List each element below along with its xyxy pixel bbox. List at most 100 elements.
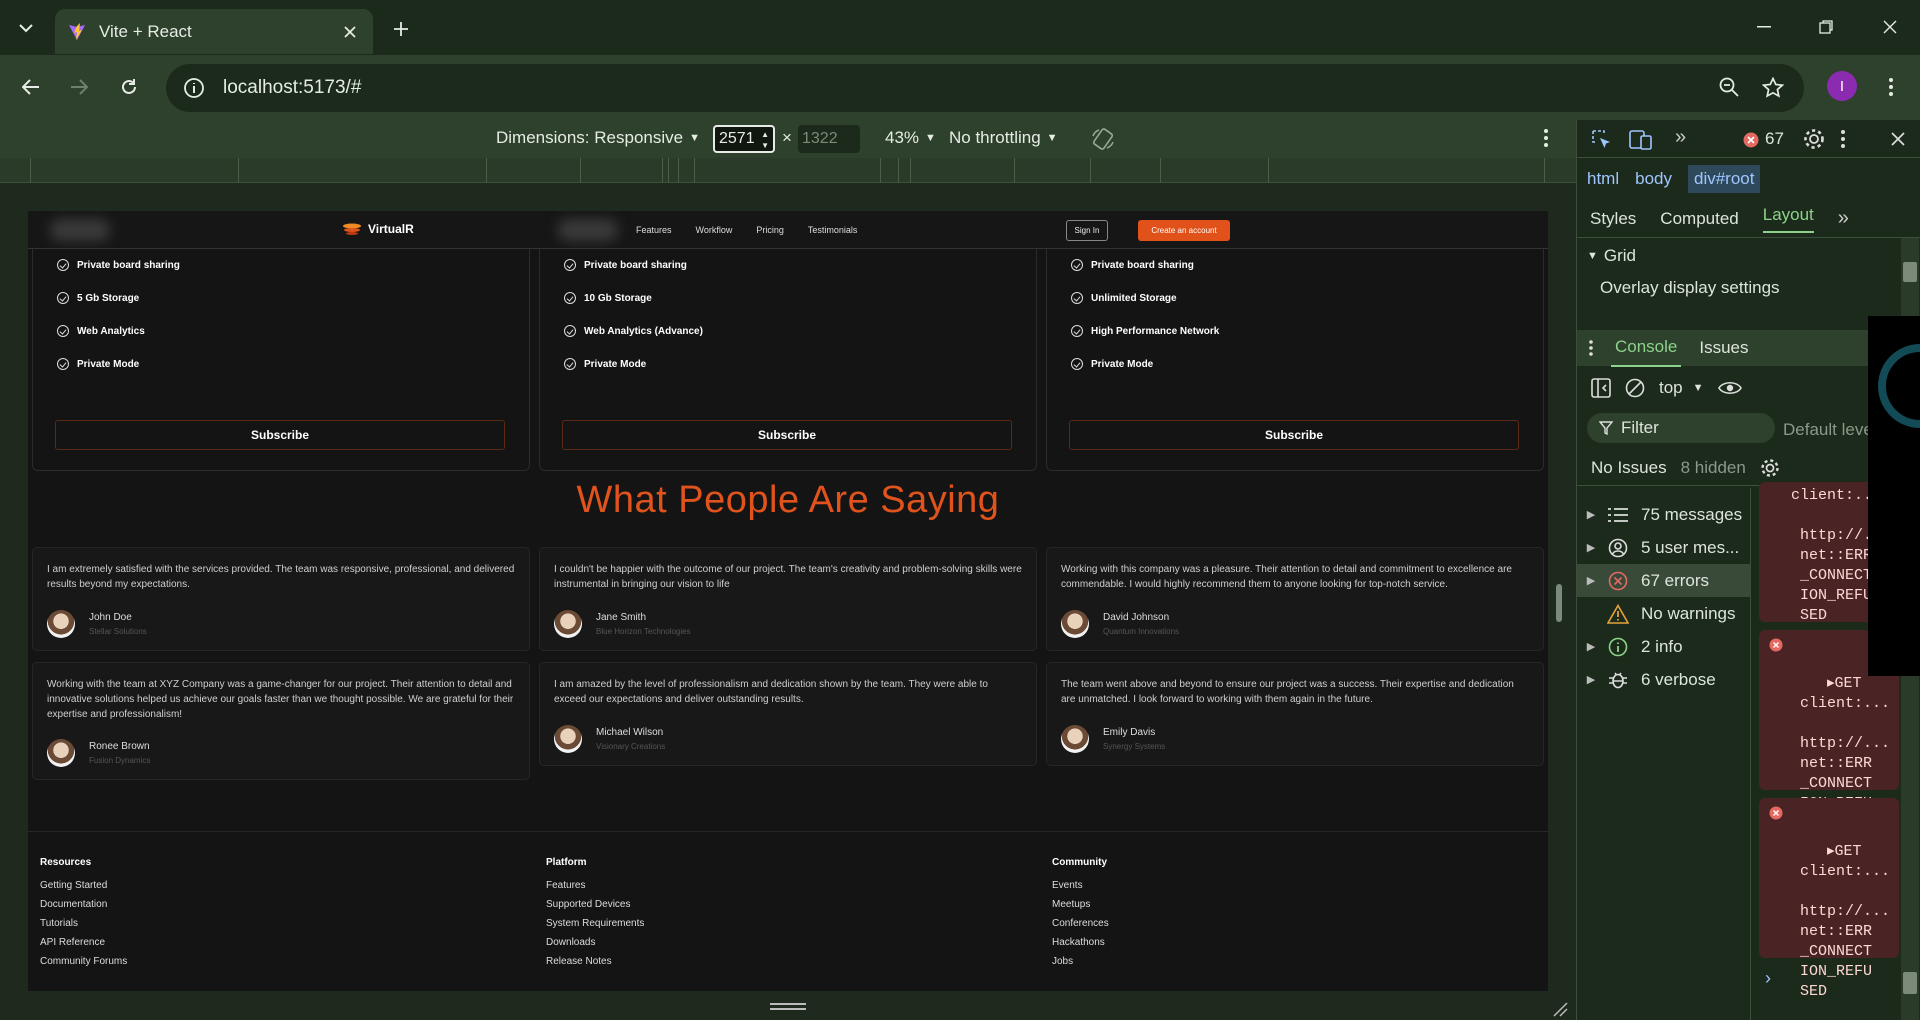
testimonial-name: Ronee Brown: [89, 741, 150, 752]
console-filter-input[interactable]: Filter: [1587, 413, 1775, 443]
avatar: [47, 610, 75, 638]
hidden-count: 8 hidden: [1680, 457, 1746, 477]
floating-overlay-panel: [1868, 316, 1920, 676]
rotate-button[interactable]: [1091, 127, 1115, 151]
zoom-button[interactable]: [1712, 70, 1746, 104]
subscribe-button[interactable]: Subscribe: [562, 420, 1012, 450]
footer-link[interactable]: Features: [546, 880, 644, 899]
address-bar[interactable]: localhost:5173/#: [166, 64, 1804, 112]
avatar: [554, 610, 582, 638]
close-tab-icon[interactable]: [339, 21, 361, 43]
tab-layout[interactable]: Layout: [1762, 205, 1814, 233]
profile-avatar[interactable]: I: [1827, 71, 1857, 101]
feature-item: Private board sharing: [57, 259, 180, 271]
nav-link-testimonials[interactable]: Testimonials: [808, 225, 858, 235]
more-tabs-icon[interactable]: »: [1838, 207, 1849, 230]
context-selector[interactable]: top ▼: [1659, 378, 1704, 398]
sign-in-button[interactable]: Sign In: [1066, 220, 1108, 241]
collapse-triangle-icon: ▼: [1587, 250, 1598, 262]
create-account-button[interactable]: Create an account: [1138, 220, 1230, 241]
nav-link-pricing[interactable]: Pricing: [756, 225, 784, 235]
console-error-message[interactable]: ▸GET client:... http://... net::ERR _CON…: [1759, 798, 1899, 1000]
bookmark-button[interactable]: [1756, 70, 1790, 104]
back-button[interactable]: [14, 70, 48, 104]
browser-tab[interactable]: Vite + React: [55, 9, 373, 54]
footer-link[interactable]: Release Notes: [546, 956, 644, 975]
sidebar-item-warnings[interactable]: No warnings: [1577, 597, 1751, 630]
new-tab-button[interactable]: [386, 14, 416, 44]
nav-link-features[interactable]: Features: [636, 225, 672, 235]
subscribe-button[interactable]: Subscribe: [55, 420, 505, 450]
viewport-resize-handle[interactable]: [1556, 584, 1562, 622]
footer-link[interactable]: System Requirements: [546, 918, 644, 937]
subscribe-button[interactable]: Subscribe: [1069, 420, 1519, 450]
settings-gear-icon[interactable]: [1760, 458, 1780, 478]
sidebar-item-user-messages[interactable]: ▶ 5 user mes...: [1577, 531, 1751, 564]
testimonial-name: Jane Smith: [596, 612, 647, 623]
blurred-element: [50, 219, 110, 241]
more-panels-icon[interactable]: »: [1675, 126, 1686, 149]
height-input[interactable]: 1322: [798, 125, 860, 153]
sidebar-label: 75 messages: [1641, 504, 1743, 524]
kebab-menu-icon[interactable]: [1589, 340, 1593, 356]
spinner-icon[interactable]: ▲ ▼: [761, 129, 769, 151]
settings-gear-icon[interactable]: [1803, 128, 1825, 150]
resize-bottom-handle[interactable]: [28, 991, 1568, 1020]
width-input[interactable]: 2571 ▲ ▼: [713, 125, 775, 153]
inspect-element-icon[interactable]: [1591, 129, 1613, 151]
footer-link[interactable]: Jobs: [1052, 956, 1109, 975]
footer-link[interactable]: API Reference: [40, 937, 127, 956]
close-window-button[interactable]: [1870, 10, 1910, 44]
tab-search-button[interactable]: [8, 10, 44, 46]
url-text[interactable]: localhost:5173/#: [223, 77, 361, 99]
tab-computed[interactable]: Computed: [1660, 209, 1738, 229]
tab-issues[interactable]: Issues: [1699, 338, 1748, 358]
nav-link-workflow[interactable]: Workflow: [696, 225, 733, 235]
console-prompt[interactable]: ›: [1765, 968, 1771, 989]
minimize-button[interactable]: [1744, 10, 1784, 44]
testimonial-company: Blue Horizon Technologies: [596, 627, 691, 636]
zoom-dropdown[interactable]: 43% ▼: [885, 128, 936, 148]
close-devtools-icon[interactable]: [1891, 132, 1905, 146]
footer-link[interactable]: Conferences: [1052, 918, 1109, 937]
error-count[interactable]: 67: [1765, 129, 1784, 149]
sidebar-item-errors[interactable]: ▶ 67 errors: [1577, 564, 1751, 597]
breadcrumb-item[interactable]: body: [1635, 169, 1672, 189]
eye-icon[interactable]: [1717, 380, 1742, 396]
sidebar-item-messages[interactable]: ▶ 75 messages: [1577, 498, 1751, 531]
chrome-menu-button[interactable]: [1874, 70, 1908, 104]
breadcrumb-item[interactable]: html: [1587, 169, 1619, 189]
testimonial-name: David Johnson: [1103, 612, 1170, 623]
kebab-menu-icon[interactable]: [1841, 130, 1845, 148]
footer-link[interactable]: Hackathons: [1052, 937, 1109, 956]
sidebar-item-info[interactable]: ▶ 2 info: [1577, 630, 1751, 663]
footer-link[interactable]: Documentation: [40, 899, 127, 918]
device-toolbar-menu[interactable]: [1544, 129, 1548, 147]
log-levels-dropdown[interactable]: Default leve: [1783, 420, 1873, 440]
sidebar-toggle-icon[interactable]: [1591, 378, 1611, 398]
throttling-dropdown[interactable]: No throttling ▼: [949, 128, 1058, 148]
device-toggle-icon[interactable]: [1629, 129, 1653, 151]
forward-button[interactable]: [62, 70, 96, 104]
reload-button[interactable]: [112, 70, 146, 104]
footer-link[interactable]: Downloads: [546, 937, 644, 956]
breadcrumb-item-selected[interactable]: div#root: [1688, 165, 1761, 193]
footer-link[interactable]: Tutorials: [40, 918, 127, 937]
restore-button[interactable]: [1806, 10, 1846, 44]
site-logo[interactable]: VirtualR: [342, 222, 414, 236]
footer-link[interactable]: Community Forums: [40, 956, 127, 975]
tab-console[interactable]: Console: [1611, 329, 1682, 367]
footer-link[interactable]: Meetups: [1052, 899, 1109, 918]
footer-link[interactable]: Supported Devices: [546, 899, 644, 918]
tab-styles[interactable]: Styles: [1590, 209, 1636, 229]
clear-console-icon[interactable]: [1625, 378, 1645, 398]
grid-section-header[interactable]: ▼ Grid: [1577, 242, 1920, 270]
scrollbar[interactable]: [1901, 238, 1919, 328]
sidebar-item-verbose[interactable]: ▶ 6 verbose: [1577, 663, 1751, 696]
site-info-icon[interactable]: [182, 76, 206, 100]
footer-link[interactable]: Getting Started: [40, 880, 127, 899]
media-query-ruler[interactable]: [0, 158, 1576, 183]
footer-link[interactable]: Events: [1052, 880, 1109, 899]
bug-icon: [1605, 669, 1631, 691]
dimensions-dropdown[interactable]: Dimensions: Responsive ▼: [496, 128, 700, 148]
